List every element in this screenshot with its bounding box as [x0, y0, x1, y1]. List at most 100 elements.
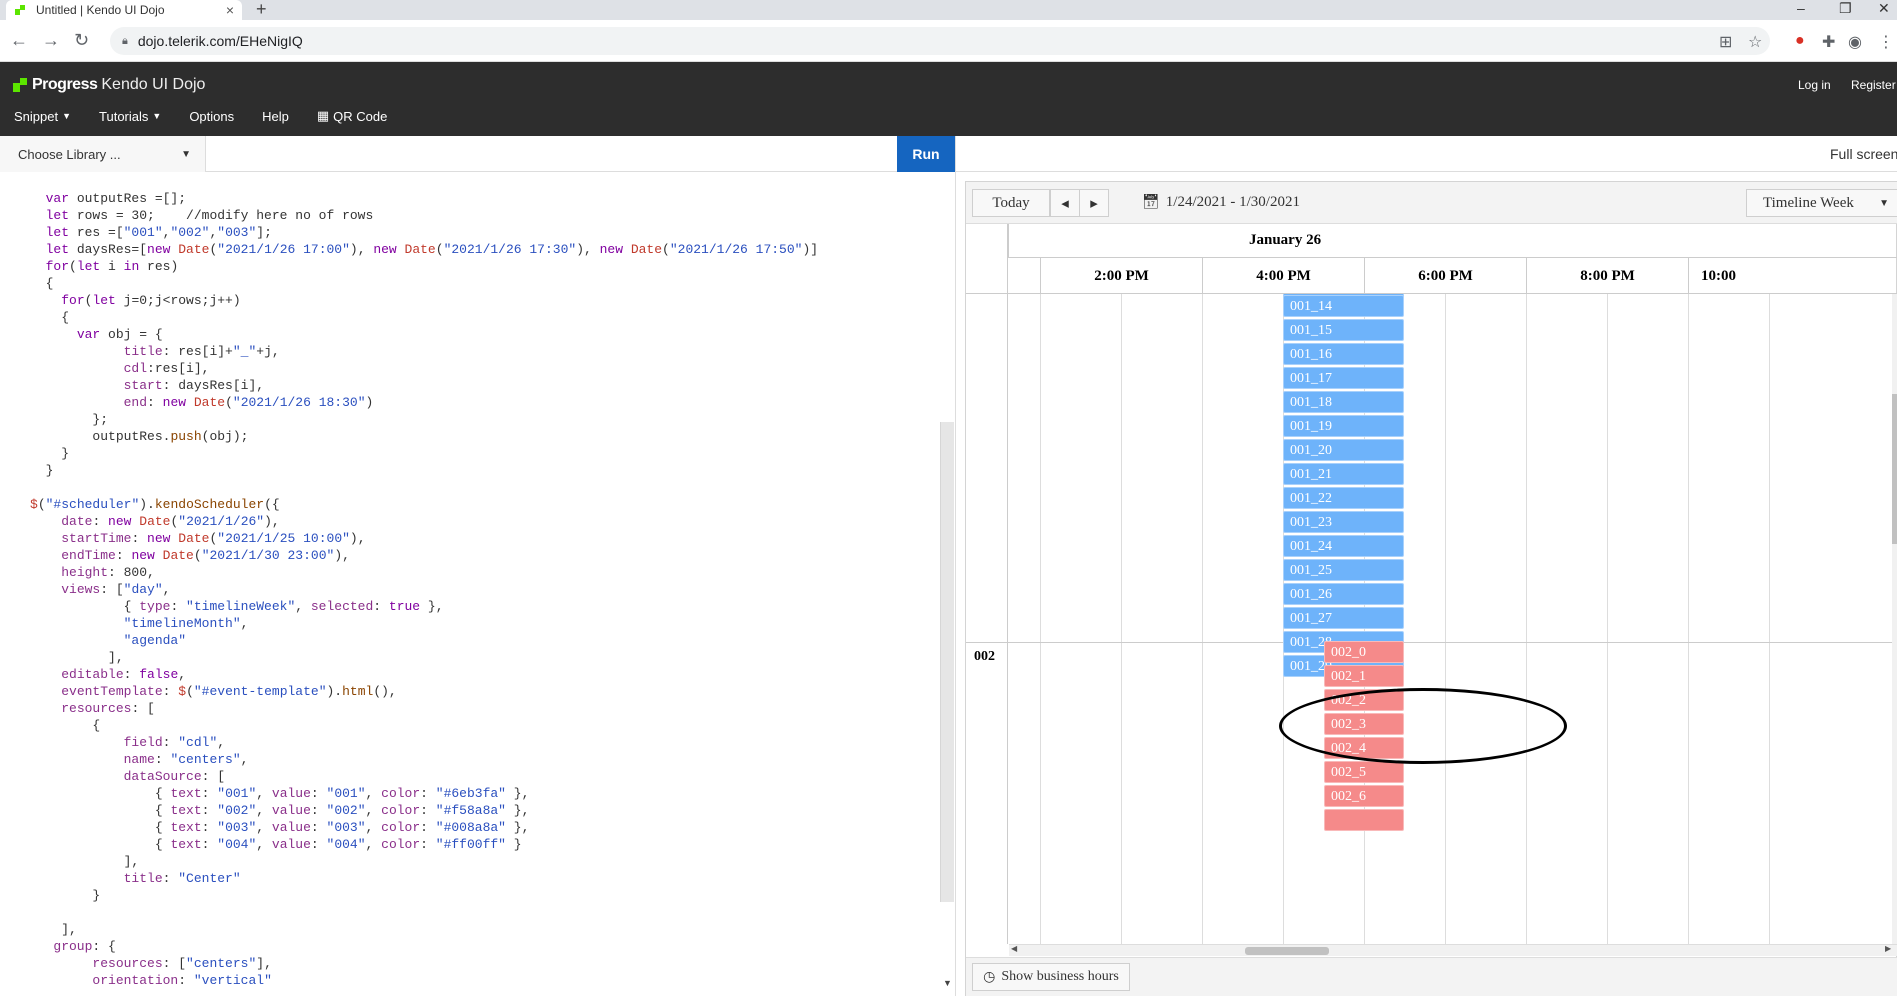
event-002-7-partial[interactable] [1324, 809, 1404, 831]
menu-label: Options [189, 108, 235, 124]
scheduler-horizontal-scrollbar[interactable]: ◀ ▶ [1009, 944, 1897, 956]
caret-down-icon: ▼ [62, 111, 72, 121]
time-header-4pm: 4:00 PM [1202, 258, 1364, 294]
event-001-27[interactable]: 001_27 [1283, 607, 1404, 629]
scheduler-vertical-scrollbar[interactable] [1892, 294, 1897, 944]
event-001-26[interactable]: 001_26 [1283, 583, 1404, 605]
scroll-left-arrow-icon[interactable]: ◀ [1011, 944, 1017, 953]
event-001-14[interactable]: 001_14 [1283, 295, 1404, 317]
brand-logo[interactable]: Progress Kendo UI Dojo [12, 76, 205, 94]
minimize-button[interactable]: – [1797, 0, 1805, 16]
grid-line [1040, 294, 1041, 944]
menu-label: QR Code [333, 108, 388, 124]
time-header-6pm: 6:00 PM [1364, 258, 1526, 294]
qr-code-icon: ▦ [316, 108, 330, 123]
browser-tab[interactable]: Untitled | Kendo UI Dojo × [6, 0, 242, 20]
caret-down-icon: ▼ [1879, 197, 1889, 209]
scroll-down-arrow-icon[interactable]: ▼ [943, 978, 952, 988]
menu-tutorials[interactable]: Tutorials ▼ [85, 108, 175, 124]
forward-arrow-icon[interactable]: → [42, 30, 60, 51]
code-content: var outputRes =[]; let rows = 30; //modi… [30, 191, 819, 988]
brand-main-text: Progress [32, 76, 98, 93]
dojo-toolbar: Choose Library ... ▼ Run Full screen [0, 136, 1897, 172]
event-001-17[interactable]: 001_17 [1283, 367, 1404, 389]
tab-title: Untitled | Kendo UI Dojo [36, 3, 165, 17]
next-button[interactable]: ▸ [1079, 189, 1109, 217]
tab-close-icon[interactable]: × [226, 2, 234, 18]
library-select-label: Choose Library ... [18, 146, 121, 162]
browser-addressbar: ← → ↻ 🔒︎ dojo.telerik.com/EHeNigIQ ⊞ ☆ ●… [0, 20, 1897, 62]
extension-badge-icon[interactable]: ● [1795, 32, 1805, 50]
url-text: dojo.telerik.com/EHeNigIQ [137, 33, 303, 49]
scheduler-body[interactable]: 002 001_14 001_15 001_16 001_17 001_18 0… [966, 294, 1897, 944]
today-button[interactable]: Today [972, 189, 1050, 217]
clock-icon: ◷ [983, 969, 996, 985]
event-001-21[interactable]: 001_21 [1283, 463, 1404, 485]
menu-qr-code[interactable]: ▦ QR Code [303, 108, 402, 124]
menu-label: Snippet [14, 108, 59, 124]
caret-down-icon: ▼ [152, 111, 162, 121]
fullscreen-button[interactable]: Full screen [1830, 146, 1897, 162]
menu-label: Tutorials [99, 108, 149, 124]
restore-button[interactable]: ❐ [1839, 0, 1852, 17]
grid-line [1607, 294, 1608, 944]
extensions-puzzle-icon[interactable]: ✚ [1822, 32, 1835, 52]
scheduler-footer: ◷ Show business hours [966, 957, 1897, 996]
date-header: January 26 [1008, 224, 1897, 258]
event-002-1[interactable]: 002_1 [1324, 665, 1404, 687]
date-range-picker[interactable]: 📅︎ 1/24/2021 - 1/30/2021 [1142, 194, 1300, 211]
menu-options[interactable]: Options [175, 108, 248, 124]
kendo-scheduler: Today ◂ ▸ 📅︎ 1/24/2021 - 1/30/2021 Timel… [965, 181, 1897, 996]
bookmark-star-icon[interactable]: ☆ [1748, 32, 1762, 52]
prev-button[interactable]: ◂ [1050, 189, 1080, 217]
grid-line [1121, 294, 1122, 944]
preview-pane: Today ◂ ▸ 📅︎ 1/24/2021 - 1/30/2021 Timel… [956, 172, 1897, 996]
url-bar[interactable]: 🔒︎ dojo.telerik.com/EHeNigIQ [110, 27, 1770, 55]
code-editor[interactable]: var outputRes =[]; let rows = 30; //modi… [0, 172, 955, 996]
reload-icon[interactable]: ↻ [74, 30, 89, 51]
show-business-hours-button[interactable]: ◷ Show business hours [972, 963, 1130, 991]
register-link[interactable]: Register [1851, 78, 1896, 92]
translate-icon[interactable]: ⊞ [1719, 32, 1732, 52]
event-001-15[interactable]: 001_15 [1283, 319, 1404, 341]
event-002-6[interactable]: 002_6 [1324, 785, 1404, 807]
event-001-18[interactable]: 001_18 [1283, 391, 1404, 413]
date-range-text: 1/24/2021 - 1/30/2021 [1165, 194, 1300, 210]
annotation-ellipse [1279, 688, 1567, 764]
group-header-cell [966, 224, 1008, 294]
profile-avatar-icon[interactable]: ◉ [1848, 32, 1862, 52]
event-001-19[interactable]: 001_19 [1283, 415, 1404, 437]
time-header-10pm: 10:00 [1688, 258, 1897, 294]
grid-line [1202, 294, 1203, 944]
grid-line [1445, 294, 1446, 944]
event-001-24[interactable]: 001_24 [1283, 535, 1404, 557]
event-001-23[interactable]: 001_23 [1283, 511, 1404, 533]
event-001-25[interactable]: 001_25 [1283, 559, 1404, 581]
close-window-button[interactable]: ✕ [1878, 0, 1890, 17]
dojo-header: Progress Kendo UI Dojo Snippet ▼ Tutoria… [0, 62, 1897, 136]
event-001-16[interactable]: 001_16 [1283, 343, 1404, 365]
new-tab-button[interactable]: + [256, 0, 267, 20]
scrollbar-thumb[interactable] [1245, 947, 1329, 955]
menu-snippet[interactable]: Snippet ▼ [0, 108, 85, 124]
editor-scrollbar[interactable] [940, 422, 954, 902]
library-select[interactable]: Choose Library ... ▼ [0, 136, 206, 172]
menu-help[interactable]: Help [248, 108, 303, 124]
brand-sub-text: Kendo UI Dojo [101, 76, 206, 93]
browser-menu-icon[interactable]: ⋮ [1878, 32, 1894, 52]
run-button[interactable]: Run [897, 136, 955, 172]
event-002-5[interactable]: 002_5 [1324, 761, 1404, 783]
scrollbar-thumb[interactable] [1892, 394, 1897, 544]
scroll-right-arrow-icon[interactable]: ▶ [1885, 944, 1891, 953]
view-select-label: Timeline Week [1763, 194, 1854, 211]
scheduler-header: January 26 2:00 PM 4:00 PM 6:00 PM 8:00 … [966, 224, 1897, 294]
event-001-22[interactable]: 001_22 [1283, 487, 1404, 509]
event-001-20[interactable]: 001_20 [1283, 439, 1404, 461]
dojo-favicon-icon [15, 5, 25, 15]
event-002-0[interactable]: 002_0 [1324, 641, 1404, 663]
login-link[interactable]: Log in [1798, 78, 1831, 92]
menu-label: Help [262, 108, 289, 124]
back-arrow-icon[interactable]: ← [10, 30, 28, 51]
view-select[interactable]: Timeline Week ▼ [1746, 189, 1897, 217]
dojo-menu: Snippet ▼ Tutorials ▼ Options Help ▦ QR … [0, 108, 401, 124]
